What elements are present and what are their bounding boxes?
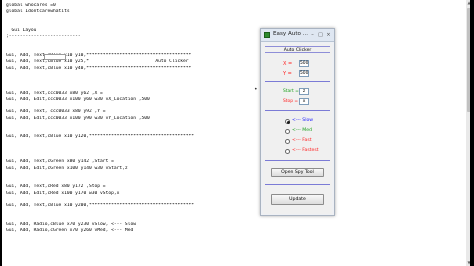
x-location-input[interactable]: 500 (299, 60, 309, 67)
stop-key-input[interactable]: x (299, 98, 309, 105)
minimize-button[interactable]: – (309, 32, 316, 38)
scroll-thumb[interactable] (467, 8, 470, 112)
heading-frame: Auto Clicker (265, 46, 330, 53)
search-highlight-box (44, 54, 66, 60)
radio-fast-label: <--- Fast (292, 138, 312, 143)
y-location-input[interactable]: 500 (299, 70, 309, 77)
window-client-area: Auto Clicker X = 500 Y = 500 Start = z S… (263, 44, 332, 214)
x-label: X = (283, 61, 293, 67)
stop-label: Stop = (283, 99, 299, 104)
separator-2 (265, 110, 330, 111)
start-label: Start = (283, 89, 299, 94)
code-line: Gui, Add, Radio,cGreen x70 y260 vMed, <-… (6, 228, 134, 233)
radio-fastest-indicator[interactable] (285, 149, 290, 154)
heading-text: Auto Clicker (283, 48, 312, 53)
open-spy-tool-button[interactable]: Open Spy Tool (271, 168, 324, 177)
separator-3 (265, 160, 330, 161)
bullet-glyph: • (254, 86, 258, 93)
auto-clicker-window: Easy Auto ... – □ × Auto Clicker X = 500… (260, 28, 335, 216)
editor-scrollbar[interactable]: ▲ ▼ (466, 0, 470, 266)
radio-slow-label: <--- Slow (292, 118, 314, 123)
separator-4 (265, 184, 330, 185)
radio-slow-indicator[interactable] (285, 119, 290, 124)
app-icon (264, 32, 270, 38)
close-button[interactable]: × (325, 32, 332, 38)
radio-med-label: <--- Med (292, 128, 312, 133)
code-editor[interactable]: global whocares =0 global Idontcarewhatit… (2, 0, 470, 266)
separator-1 (265, 81, 330, 82)
window-titlebar[interactable]: Easy Auto ... – □ × (261, 29, 334, 42)
radio-med-indicator[interactable] (285, 129, 290, 134)
maximize-button[interactable]: □ (317, 32, 324, 38)
radio-fast-indicator[interactable] (285, 139, 290, 144)
update-button[interactable]: Update (271, 194, 324, 205)
y-label: Y = (283, 71, 292, 77)
radio-fastest-label: <--- Fastest (292, 148, 319, 153)
scroll-down-arrow-icon[interactable]: ▼ (466, 260, 470, 266)
window-title: Easy Auto ... (273, 31, 309, 37)
scroll-up-arrow-icon[interactable]: ▲ (466, 0, 470, 6)
start-key-input[interactable]: z (299, 88, 309, 95)
code-text-area[interactable]: global whocares =0 global Idontcarewhatit… (6, 3, 256, 234)
